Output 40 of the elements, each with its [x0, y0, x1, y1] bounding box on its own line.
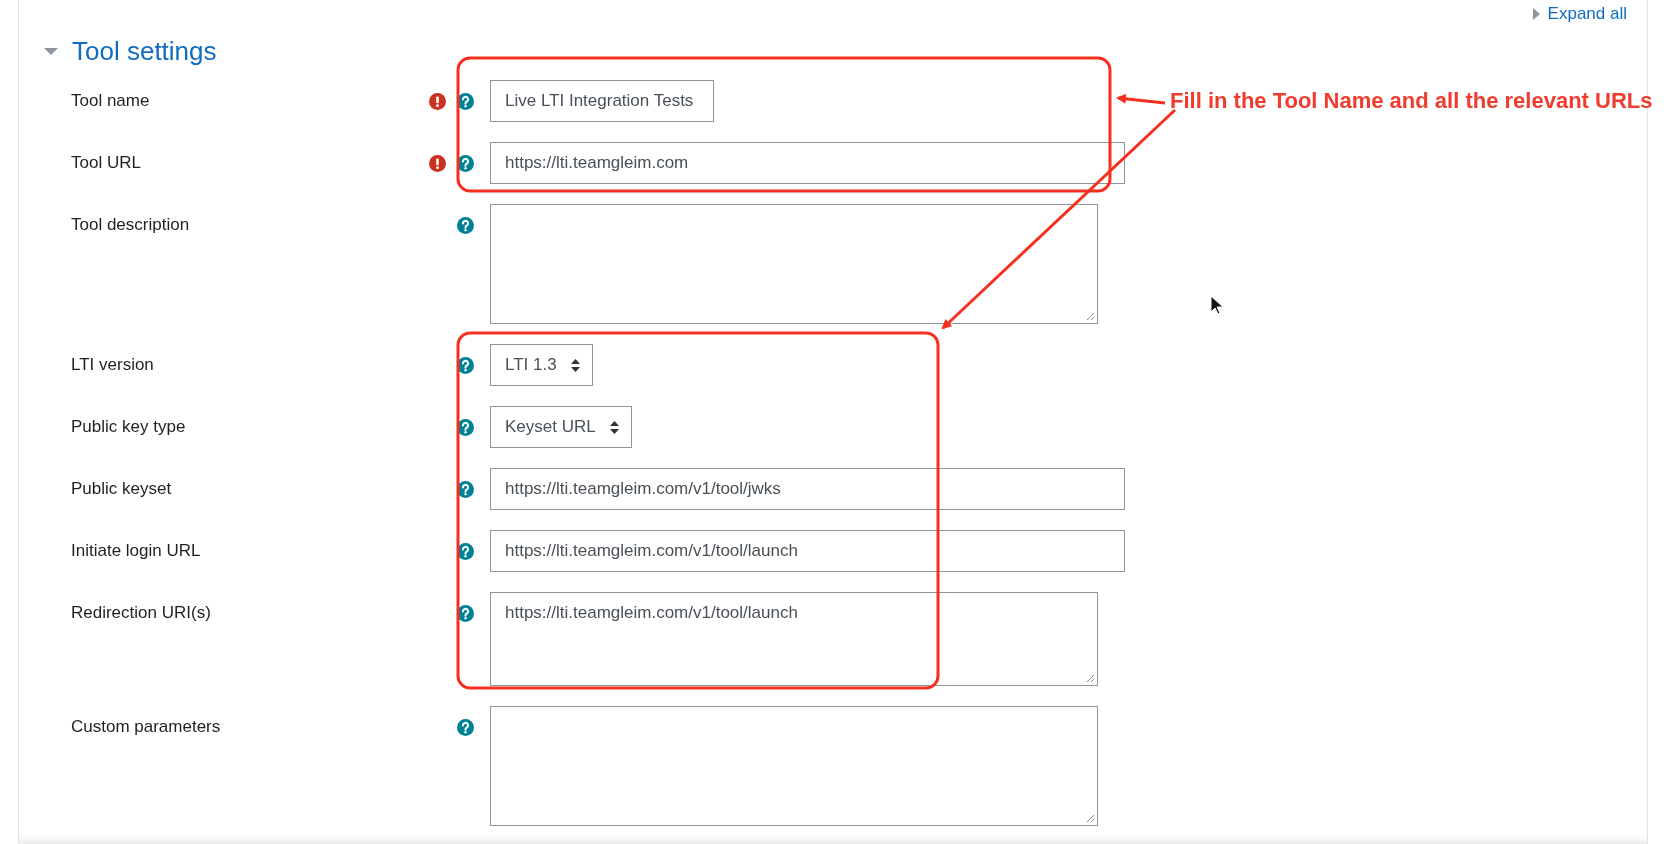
expand-all-link[interactable]: Expand all — [1532, 4, 1627, 24]
field-label: Initiate login URL — [70, 540, 202, 562]
sort-caret-icon — [570, 358, 580, 372]
text-input[interactable]: https://lti.teamgleim.com/v1/tool/launch — [490, 530, 1125, 572]
section-title[interactable]: Tool settings — [72, 35, 217, 67]
field-label: Redirection URI(s) — [70, 602, 212, 624]
text-input[interactable]: Live LTI Integration Tests — [490, 80, 714, 122]
help-icon[interactable] — [457, 356, 474, 374]
resize-handle-icon[interactable] — [1086, 312, 1095, 321]
help-icon[interactable] — [457, 216, 474, 234]
arrow — [1116, 93, 1166, 105]
field-label: LTI version — [70, 354, 155, 376]
text-input[interactable]: https://lti.teamgleim.com/v1/tool/jwks — [490, 468, 1125, 510]
field-label: Tool description — [70, 214, 191, 236]
required-icon — [429, 154, 446, 172]
annotation-text: Fill in the Tool Name and all the relevant URLs — [1170, 88, 1653, 114]
help-icon[interactable] — [457, 418, 474, 436]
select-dropdown[interactable]: LTI 1.3 — [490, 344, 593, 386]
help-icon[interactable] — [457, 154, 474, 172]
required-icon — [429, 92, 446, 110]
help-icon[interactable] — [457, 718, 474, 736]
select-dropdown[interactable]: Keyset URL — [490, 406, 632, 448]
help-icon[interactable] — [457, 92, 474, 110]
text-area[interactable] — [490, 204, 1098, 324]
sort-caret-icon — [609, 420, 619, 434]
text-area[interactable]: https://lti.teamgleim.com/v1/tool/launch — [490, 592, 1098, 686]
field-label: Public keyset — [70, 478, 173, 500]
caret-right-icon — [1532, 8, 1540, 20]
help-icon[interactable] — [457, 542, 474, 560]
text-area[interactable] — [490, 706, 1098, 826]
field-label: Public key type — [70, 416, 187, 438]
resize-handle-icon[interactable] — [1086, 814, 1095, 823]
cursor-icon — [1210, 295, 1224, 315]
field-label: Tool name — [70, 90, 151, 112]
help-icon[interactable] — [457, 480, 474, 498]
resize-handle-icon[interactable] — [1086, 674, 1095, 683]
field-label: Tool URL — [70, 152, 142, 174]
help-icon[interactable] — [457, 604, 474, 622]
text-input[interactable]: https://lti.teamgleim.com — [490, 142, 1125, 184]
field-label: Custom parameters — [70, 716, 222, 738]
